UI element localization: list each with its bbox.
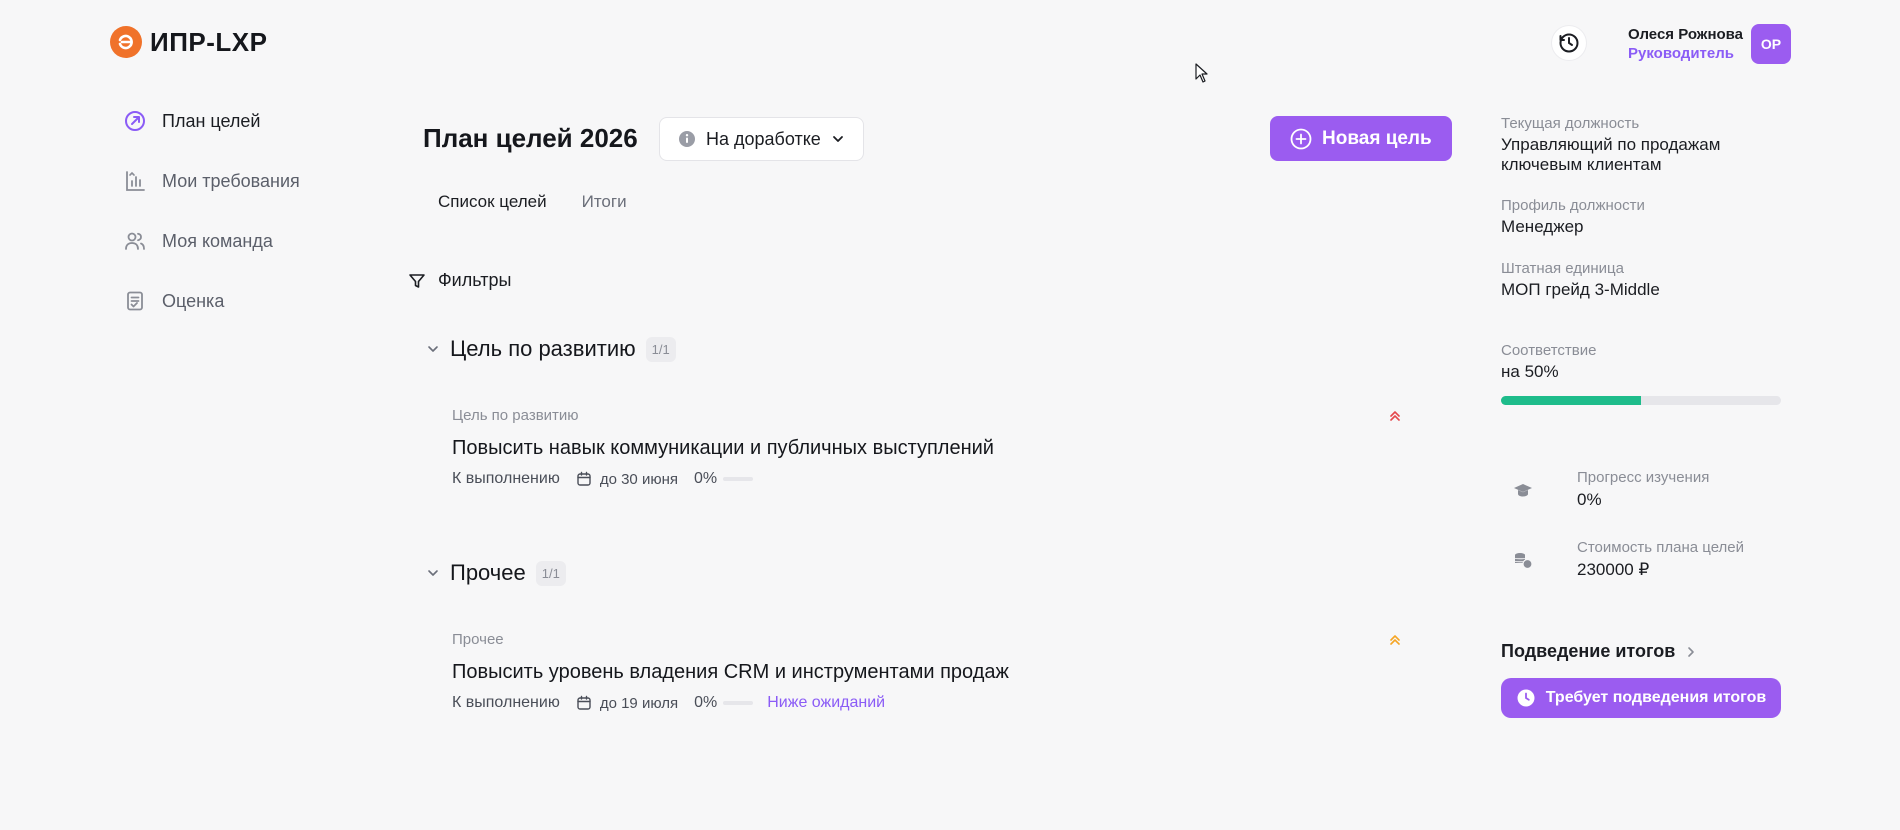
status-label: На доработке [706, 128, 821, 149]
sidebar-item-team[interactable]: Моя команда [122, 226, 300, 256]
match-progress-fill [1501, 396, 1641, 405]
filters-toggle[interactable]: Фильтры [408, 270, 511, 291]
sidebar-item-label: Мои требования [162, 170, 300, 191]
chevron-right-icon [1688, 646, 1695, 657]
sidebar-item-requirements[interactable]: Мои требования [122, 166, 300, 196]
sidebar-item-label: Моя команда [162, 230, 273, 251]
goal-card[interactable]: Прочее Повысить уровень владения CRM и и… [452, 631, 1412, 712]
graduation-cap-icon [1503, 470, 1543, 510]
priority-medium-icon [1390, 635, 1400, 645]
page-title: План целей 2026 [423, 123, 638, 153]
match-progress-bar [1501, 396, 1781, 405]
learning-label: Прогресс изучения [1577, 469, 1710, 486]
staff-unit-value: МОП грейд 3-Middle [1501, 280, 1660, 299]
goals-page: ИПР-LXP Олеся Рожнова Руководитель ОР Пл… [0, 0, 1900, 830]
logo-mark-icon [110, 26, 142, 58]
goal-card[interactable]: Цель по развитию Повысить навык коммуник… [452, 407, 1412, 488]
goal-arrow-icon [122, 108, 148, 134]
clock-icon [1517, 689, 1535, 707]
needs-summary-label: Требует подведения итогов [1545, 689, 1767, 706]
needs-summary-button[interactable]: Требует подведения итогов [1501, 678, 1781, 718]
filters-label: Фильтры [438, 270, 512, 290]
goal-status: К выполнению [452, 470, 560, 487]
user-info: Олеся Рожнова Руководитель [1628, 25, 1743, 63]
goal-category: Прочее [452, 631, 504, 648]
tab-goal-list[interactable]: Список целей [438, 192, 547, 212]
history-clock-icon [1559, 33, 1579, 53]
goal-progress-bar [723, 477, 754, 481]
group-count-badge: 1/1 [535, 560, 566, 586]
position-value: Управляющий по продажам ключевым клиента… [1501, 135, 1721, 174]
goal-status: К выполнению [452, 694, 560, 711]
goal-progress-text: 0% [694, 694, 718, 711]
sidebar: План целей Мои требования Моя команда Оц… [122, 106, 300, 346]
goal-rating: Ниже ожиданий [767, 694, 886, 711]
clipboard-icon [122, 288, 148, 314]
cost-value: 230000 ₽ [1577, 560, 1650, 579]
chevron-down-icon [832, 136, 843, 142]
new-goal-button[interactable]: Новая цель [1270, 116, 1452, 161]
priority-high-icon [1390, 411, 1400, 421]
calendar-icon [577, 695, 591, 710]
goal-due-text: до 30 июня [599, 470, 678, 488]
match-label: Соответствие [1501, 342, 1597, 359]
learning-progress: Прогресс изучения 0% [1503, 469, 1709, 510]
calendar-icon [577, 471, 591, 486]
mouse-cursor-icon [1195, 63, 1208, 83]
chart-icon [122, 168, 148, 194]
info-icon [679, 131, 695, 147]
staff-unit-label: Штатная единица [1501, 260, 1624, 277]
goal-due: до 30 июня [576, 471, 678, 488]
current-position: Текущая должность Управляющий по продажа… [1501, 115, 1801, 175]
group-title: Прочее [450, 560, 526, 585]
sidebar-item-goal-plan[interactable]: План целей [122, 106, 300, 136]
tabs: Список целей Итоги [438, 192, 627, 212]
new-goal-label: Новая цель [1322, 127, 1432, 149]
user-menu[interactable]: Олеся Рожнова Руководитель ОР [1628, 24, 1792, 64]
user-role: Руководитель [1628, 45, 1734, 62]
group-title: Цель по развитию [450, 336, 636, 361]
goal-name: Повысить навык коммуникации и публичных … [452, 437, 994, 459]
sidebar-item-label: План целей [162, 110, 261, 131]
tab-results[interactable]: Итоги [582, 192, 627, 212]
plan-cost: Стоимость плана целей 230000 ₽ [1503, 539, 1744, 580]
chevron-down-icon [428, 570, 438, 576]
app-name: ИПР-LXP [150, 26, 268, 57]
profile-label: Профиль должности [1501, 197, 1645, 214]
position-label: Текущая должность [1501, 115, 1640, 132]
match-value: на 50% [1501, 362, 1559, 381]
group-header-development[interactable]: Цель по развитию 1/1 [426, 336, 676, 362]
profile-value: Менеджер [1501, 217, 1584, 236]
position-profile: Профиль должности Менеджер [1501, 197, 1645, 237]
avatar[interactable]: ОР [1751, 24, 1792, 64]
sidebar-item-label: Оценка [162, 290, 225, 311]
cost-label: Стоимость плана целей [1577, 539, 1745, 556]
goal-meta: К выполнению до 30 июня 0% [452, 470, 1412, 488]
coins-icon [1503, 540, 1543, 580]
summary-link[interactable]: Подведение итогов [1501, 641, 1697, 662]
group-count-badge: 1/1 [645, 336, 676, 362]
sidebar-item-evaluation[interactable]: Оценка [122, 286, 300, 316]
team-icon [122, 228, 148, 254]
chevron-down-icon [428, 346, 438, 352]
goal-due-text: до 19 июля [599, 694, 679, 712]
goal-progress-text: 0% [693, 470, 718, 487]
goal-due: до 19 июля [576, 695, 678, 712]
group-header-other[interactable]: Прочее 1/1 [426, 560, 566, 586]
match: Соответствие на 50% [1501, 342, 1596, 382]
staff-unit: Штатная единица МОП грейд 3-Middle [1501, 260, 1660, 300]
status-dropdown[interactable]: На доработке [659, 117, 864, 161]
app-logo[interactable]: ИПР-LXP [110, 26, 267, 58]
plus-circle-icon [1290, 128, 1312, 149]
goal-category: Цель по развитию [452, 407, 579, 424]
goal-name: Повысить уровень владения CRM и инструме… [452, 661, 1009, 683]
summary-link-label: Подведение итогов [1501, 641, 1676, 661]
history-button[interactable] [1552, 26, 1586, 60]
goal-meta: К выполнению до 19 июля 0% Ниже ожиданий [452, 694, 1412, 712]
goal-progress-bar [723, 701, 754, 705]
filter-icon [409, 273, 425, 288]
user-name: Олеся Рожнова [1628, 26, 1744, 43]
learning-value: 0% [1577, 490, 1602, 509]
